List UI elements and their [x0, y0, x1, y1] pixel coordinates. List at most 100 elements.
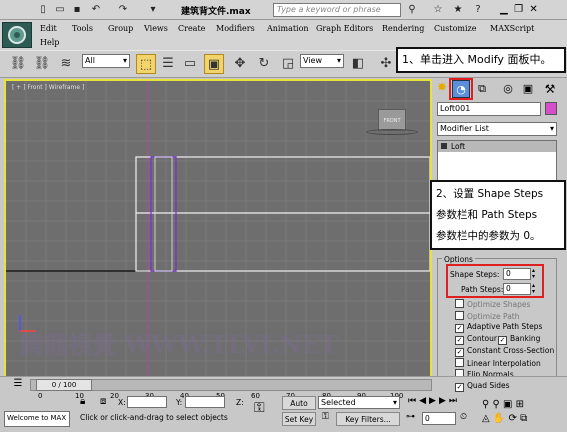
select-and-manipulate-icon[interactable]: ✣	[376, 54, 396, 74]
create-tab-icon[interactable]: ✸	[434, 80, 450, 98]
maxscript-listener[interactable]: Welcome to MAX	[4, 411, 70, 427]
binoculars-icon[interactable]: ⚲	[404, 3, 420, 17]
set-key-button[interactable]: Set Key	[282, 412, 316, 426]
zoom-icon[interactable]: ⚲	[482, 399, 489, 410]
save-file-icon[interactable]: ▪	[69, 3, 85, 17]
menu-edit[interactable]: Edit	[40, 24, 57, 33]
reference-coordinate-dropdown[interactable]: View ▾	[300, 54, 344, 68]
new-file-icon[interactable]: ▯	[35, 3, 51, 17]
viewport-navigation-controls[interactable]: ⚲ ⚲ ▣ ⊞ ◬ ✋ ⟳ ⧉	[482, 398, 566, 428]
go-to-end-icon[interactable]: ⏭	[449, 396, 460, 406]
y-coordinate-field[interactable]	[185, 396, 225, 408]
field-of-view-icon[interactable]: ◬	[482, 413, 490, 424]
viewcube[interactable]: FRONT	[378, 109, 406, 131]
help-icon[interactable]: ?	[470, 3, 486, 17]
checkmark-icon[interactable]: ✓	[455, 383, 464, 392]
app-logo-button[interactable]	[2, 22, 32, 48]
zoom-extents-all-icon[interactable]: ⊞	[516, 399, 524, 410]
viewcube-compass-ring[interactable]	[366, 129, 418, 135]
checkbox-contour[interactable]: ✓ Contour	[455, 334, 497, 345]
absolute-mode-icon[interactable]: ⧈	[100, 396, 114, 410]
checkbox-box[interactable]	[455, 358, 464, 367]
time-slider-thumb[interactable]: 0 / 100	[36, 379, 92, 391]
current-frame-field[interactable]: 0	[422, 412, 456, 425]
menu-group[interactable]: Group	[108, 24, 133, 33]
checkbox-box[interactable]	[455, 311, 464, 320]
utilities-tab-icon[interactable]: ⚒	[542, 80, 558, 98]
orbit-icon[interactable]: ⟳	[509, 413, 517, 424]
checkbox-adaptive-path-steps[interactable]: ✓ Adaptive Path Steps	[455, 322, 542, 333]
menu-customize[interactable]: Customize	[434, 24, 477, 33]
previous-frame-icon[interactable]: ◀	[419, 396, 429, 406]
open-file-icon[interactable]: ▭	[52, 3, 68, 17]
zoom-all-icon[interactable]: ⚲	[493, 399, 500, 410]
play-icon[interactable]: ▶	[429, 396, 439, 406]
pan-icon[interactable]: ✋	[493, 413, 505, 424]
viewport-label[interactable]: [ + ] Front ] Wireframe ]	[12, 84, 84, 91]
key-icon[interactable]: ⚿	[322, 412, 334, 426]
checkbox-quad-sides[interactable]: ✓ Quad Sides	[455, 381, 510, 392]
checkbox-constant-cross-section[interactable]: ✓ Constant Cross-Section	[455, 346, 554, 357]
key-mode-toggle-icon[interactable]: ⊶	[406, 412, 420, 426]
object-color-swatch[interactable]	[545, 102, 557, 115]
unlink-selection-icon[interactable]: ⛓	[32, 54, 52, 74]
motion-tab-icon[interactable]: ◎	[500, 80, 516, 98]
menu-tools[interactable]: Tools	[72, 24, 93, 33]
menu-graph-editors[interactable]: Graph Editors	[316, 24, 373, 33]
next-frame-icon[interactable]: ▶	[439, 396, 449, 406]
checkmark-icon[interactable]: ✓	[498, 336, 507, 345]
communication-center-icon[interactable]: ☆	[430, 3, 446, 17]
checkmark-icon[interactable]: ✓	[455, 348, 464, 357]
redo-icon[interactable]: ↷	[115, 3, 131, 17]
close-icon[interactable]: ✕	[529, 4, 537, 15]
checkbox-optimize-path[interactable]: Optimize Path	[455, 311, 520, 321]
project-folder-icon[interactable]: ▾	[145, 3, 161, 17]
go-to-start-icon[interactable]: ⏮	[408, 396, 419, 406]
lock-selection-icon[interactable]: 🔒︎	[80, 396, 94, 410]
bind-to-space-warp-icon[interactable]: ≋	[56, 54, 76, 74]
search-input[interactable]: Type a keyword or phrase	[273, 3, 401, 17]
key-mode-dropdown[interactable]: Selected ▾	[318, 396, 400, 409]
select-and-rotate-icon[interactable]: ↻	[254, 54, 274, 74]
checkmark-icon[interactable]: ✓	[455, 324, 464, 333]
key-filters-button[interactable]: Key Filters...	[336, 412, 400, 426]
x-coordinate-field[interactable]	[127, 396, 167, 408]
hierarchy-tab-icon[interactable]: ⧉	[474, 80, 490, 98]
select-object-icon[interactable]: ⬚	[136, 54, 156, 74]
checkbox-optimize-shapes[interactable]: Optimize Shapes	[455, 299, 530, 309]
set-key-filter-icon[interactable]: ⚿	[254, 400, 274, 420]
display-tab-icon[interactable]: ▣	[520, 80, 536, 98]
select-and-scale-icon[interactable]: ◲	[278, 54, 298, 74]
menu-rendering[interactable]: Rendering	[382, 24, 424, 33]
menu-animation[interactable]: Animation	[267, 24, 309, 33]
select-and-link-icon[interactable]: ⛓	[8, 54, 28, 74]
select-and-move-icon[interactable]: ✥	[230, 54, 250, 74]
menu-help[interactable]: Help	[40, 38, 59, 47]
object-name-field[interactable]: Loft001	[437, 102, 541, 116]
menu-maxscript[interactable]: MAXScript	[490, 24, 534, 33]
zoom-extents-icon[interactable]: ▣	[503, 399, 512, 410]
selection-filter-dropdown[interactable]: All ▾	[82, 54, 130, 68]
menu-create[interactable]: Create	[178, 24, 205, 33]
checkbox-linear-interpolation[interactable]: Linear Interpolation	[455, 358, 541, 368]
menu-views[interactable]: Views	[144, 24, 168, 33]
select-by-name-icon[interactable]: ☰	[158, 54, 178, 74]
maximize-viewport-icon[interactable]: ⧉	[520, 413, 527, 424]
checkbox-banking[interactable]: ✓ Banking	[498, 334, 540, 345]
time-configuration-icon[interactable]: ⏲	[460, 412, 474, 426]
mini-curve-editor-icon[interactable]: ☰	[10, 378, 26, 392]
stack-item-loft[interactable]: Loft	[438, 141, 556, 152]
restore-icon[interactable]: ❐	[514, 4, 523, 15]
undo-icon[interactable]: ↶	[88, 3, 104, 17]
auto-key-button[interactable]: Auto Key	[282, 396, 316, 421]
window-crossing-icon[interactable]: ▣	[204, 54, 224, 74]
minimize-icon[interactable]: ▁	[500, 4, 508, 15]
window-controls[interactable]: ▁ ❐ ✕	[500, 3, 560, 17]
favorites-star-icon[interactable]: ★	[450, 3, 466, 17]
rectangular-selection-icon[interactable]: ▭	[180, 54, 200, 74]
menu-modifiers[interactable]: Modifiers	[216, 24, 255, 33]
modifier-list-dropdown[interactable]: Modifier List ▾	[437, 122, 557, 136]
checkbox-box[interactable]	[455, 299, 464, 308]
checkmark-icon[interactable]: ✓	[455, 336, 464, 345]
use-pivot-center-icon[interactable]: ◧	[348, 54, 368, 74]
